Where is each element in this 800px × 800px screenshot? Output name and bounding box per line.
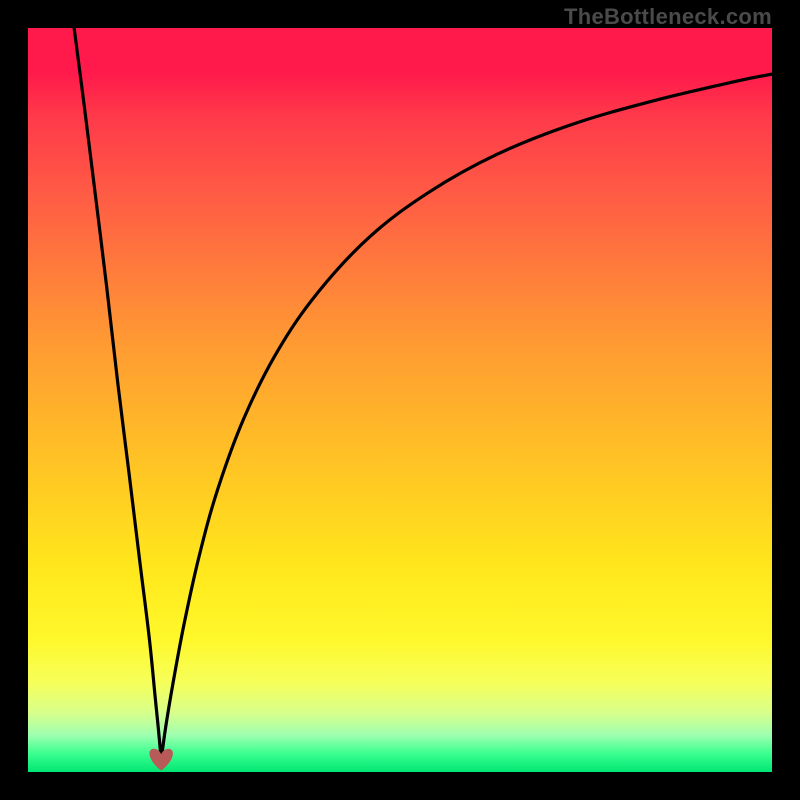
curve-layer bbox=[28, 28, 772, 772]
watermark-label: TheBottleneck.com bbox=[564, 4, 772, 30]
plot-area bbox=[28, 28, 772, 772]
bottleneck-curve bbox=[74, 28, 772, 764]
chart-frame: TheBottleneck.com bbox=[0, 0, 800, 800]
